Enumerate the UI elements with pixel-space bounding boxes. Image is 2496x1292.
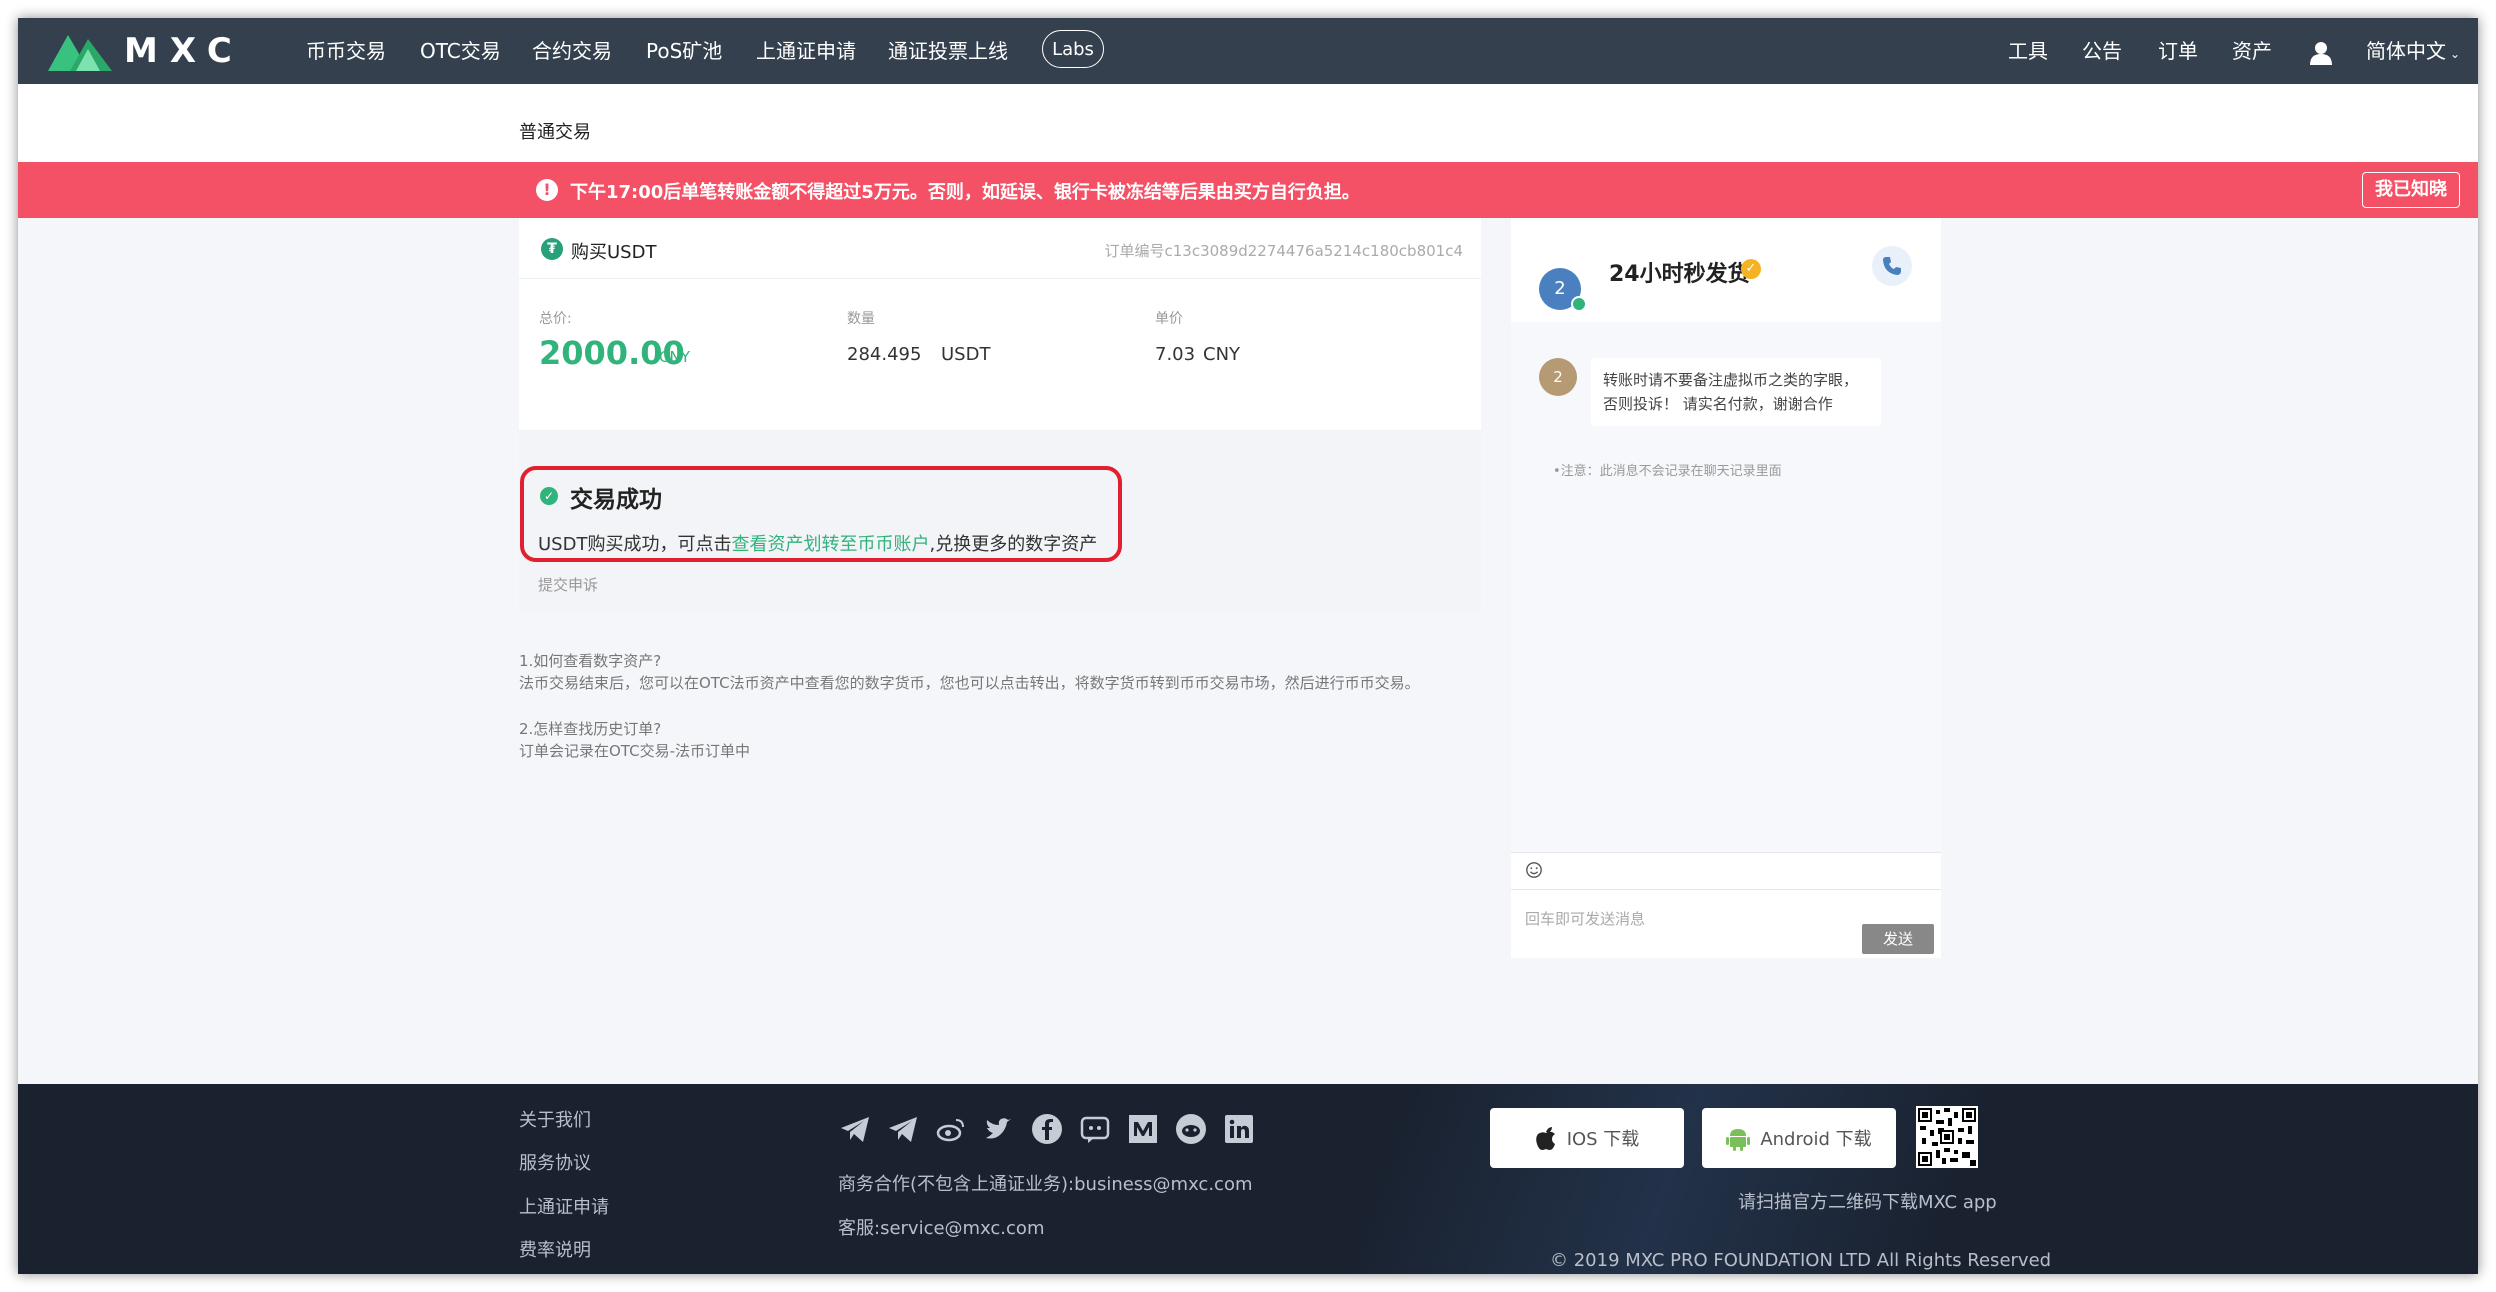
- mxc-logo[interactable]: MXC: [48, 30, 244, 72]
- business-email: 商务合作(不包含上通证业务):business@mxc.com: [838, 1174, 1253, 1195]
- price-unit: CNY: [1203, 344, 1241, 365]
- alert-text: 下午17:00后单笔转账金额不得超过5万元。否则，如延误、银行卡被冻结等后果由买…: [570, 182, 1360, 203]
- order-header: ₮ 购买USDT 订单编号c13c3089d2274476a5214c180cb…: [519, 218, 1481, 279]
- android-icon: [1726, 1129, 1751, 1151]
- chevron-down-icon: ⌄: [2450, 47, 2461, 61]
- android-download-label: Android 下载: [1760, 1129, 1872, 1150]
- chat-notice: •注意：此消息不会记录在聊天记录里面: [1553, 464, 1782, 479]
- faq-answer-1: 法币交易结束后，您可以在OTC法币资产中查看您的数字货币，您也可以点击转出，将数…: [519, 674, 1420, 692]
- success-desc-post: ,兑换更多的数字资产: [929, 534, 1098, 555]
- language-label: 简体中文: [2366, 39, 2446, 63]
- social-links: [838, 1112, 1256, 1146]
- order-title: 购买USDT: [571, 242, 657, 263]
- medium-icon[interactable]: [1126, 1112, 1160, 1146]
- success-description: USDT购买成功，可点击查看资产划转至币币账户,兑换更多的数字资产: [538, 530, 1097, 556]
- service-email: 客服:service@mxc.com: [838, 1218, 1045, 1239]
- chat-messages: 2 转账时请不要备注虚拟币之类的字眼，否则投诉！ 请实名付款，谢谢合作 •注意：…: [1511, 322, 1941, 852]
- facebook-icon[interactable]: [1030, 1112, 1064, 1146]
- nav-spot-trading[interactable]: 币币交易: [306, 18, 386, 84]
- footer-token-apply-link[interactable]: 上通证申请: [519, 1193, 609, 1219]
- nav-otc-trading[interactable]: OTC交易: [420, 18, 501, 84]
- success-title: 交易成功: [570, 487, 662, 513]
- emoji-icon[interactable]: [1525, 861, 1543, 879]
- weibo-icon[interactable]: [934, 1112, 968, 1146]
- price-value: 7.03: [1155, 344, 1196, 365]
- view-assets-link[interactable]: 查看资产划转至币币账户: [731, 534, 929, 555]
- telegram-group-icon[interactable]: [886, 1112, 920, 1146]
- usdt-icon: ₮: [541, 238, 563, 260]
- footer-terms-link[interactable]: 服务协议: [519, 1149, 591, 1175]
- ios-download-button[interactable]: IOS 下载: [1490, 1108, 1684, 1168]
- android-download-button[interactable]: Android 下载: [1702, 1108, 1896, 1168]
- quantity-unit: USDT: [941, 344, 991, 365]
- chat-message-input[interactable]: 回车即可发送消息: [1525, 908, 1645, 929]
- online-status-dot: [1571, 296, 1587, 312]
- send-button[interactable]: 发送: [1862, 924, 1934, 954]
- order-card: ₮ 购买USDT 订单编号c13c3089d2274476a5214c180cb…: [519, 218, 1481, 430]
- chat-header: 2 24小时秒发货 ✓: [1511, 218, 1941, 323]
- nav-labs[interactable]: Labs: [1042, 30, 1104, 68]
- message-avatar: 2: [1539, 358, 1577, 396]
- browser-frame: MXC 币币交易 OTC交易 合约交易 PoS矿池 上通证申请 通证投票上线 L…: [18, 18, 2478, 1274]
- nav-contract-trading[interactable]: 合约交易: [532, 18, 612, 84]
- quantity-label: 数量: [847, 311, 875, 327]
- submit-appeal-link[interactable]: 提交申诉: [538, 574, 598, 595]
- mxc-logo-icon: [48, 35, 112, 71]
- footer: 关于我们 服务协议 上通证申请 费率说明 商务合作(不包含上通证业务):busi…: [18, 1084, 2478, 1274]
- nav-orders[interactable]: 订单: [2158, 18, 2198, 84]
- language-selector[interactable]: 简体中文 ⌄: [2366, 18, 2460, 84]
- download-qr-code: [1916, 1106, 1978, 1168]
- faq-question-2: 2.怎样查找历史订单?: [519, 720, 662, 738]
- twitter-icon[interactable]: [982, 1112, 1016, 1146]
- nav-announcements[interactable]: 公告: [2082, 18, 2122, 84]
- quantity-value: 284.495: [847, 344, 922, 365]
- alert-banner: ! 下午17:00后单笔转账金额不得超过5万元。否则，如延误、银行卡被冻结等后果…: [18, 162, 2478, 218]
- total-label: 总价:: [539, 311, 572, 327]
- chat-message: 转账时请不要备注虚拟币之类的字眼，否则投诉！ 请实名付款，谢谢合作: [1591, 358, 1881, 426]
- chat-toolbar: [1511, 852, 1941, 890]
- top-nav: MXC 币币交易 OTC交易 合约交易 PoS矿池 上通证申请 通证投票上线 L…: [18, 18, 2478, 84]
- merchant-name: 24小时秒发货: [1609, 262, 1750, 287]
- reddit-icon[interactable]: [1174, 1112, 1208, 1146]
- total-currency: CNY: [659, 348, 690, 366]
- verified-badge-icon: ✓: [1741, 259, 1761, 279]
- order-id: 订单编号c13c3089d2274476a5214c180cb801c4: [1104, 242, 1463, 260]
- nav-pos-pool[interactable]: PoS矿池: [646, 18, 722, 84]
- page-title: 普通交易: [519, 122, 591, 143]
- success-desc-pre: USDT购买成功，可点击: [538, 534, 732, 555]
- nav-tools[interactable]: 工具: [2008, 18, 2048, 84]
- telegram-icon[interactable]: [838, 1112, 872, 1146]
- acknowledge-button[interactable]: 我已知晓: [2362, 172, 2460, 208]
- footer-about-link[interactable]: 关于我们: [519, 1106, 591, 1132]
- phone-icon[interactable]: [1872, 246, 1912, 286]
- qr-download-text: 请扫描官方二维码下载MXC app: [1738, 1192, 1997, 1213]
- linkedin-icon[interactable]: [1222, 1112, 1256, 1146]
- exclamation-icon: !: [536, 179, 558, 201]
- user-icon[interactable]: [2310, 18, 2332, 84]
- footer-fees-link[interactable]: 费率说明: [519, 1236, 591, 1262]
- discord-icon[interactable]: [1078, 1112, 1112, 1146]
- copyright: © 2019 MXC PRO FOUNDATION LTD All Rights…: [1550, 1250, 2052, 1271]
- faq-answer-2: 订单会记录在OTC交易-法币订单中: [519, 742, 750, 760]
- faq-question-1: 1.如何查看数字资产?: [519, 652, 662, 670]
- nav-token-apply[interactable]: 上通证申请: [756, 18, 856, 84]
- nav-token-vote[interactable]: 通证投票上线: [888, 18, 1008, 84]
- apple-icon: [1535, 1127, 1555, 1150]
- chat-panel: 2 24小时秒发货 ✓ 2 转账时请不要备注虚拟币之类的字眼，否则投诉！ 请实名…: [1511, 218, 1941, 958]
- nav-assets[interactable]: 资产: [2232, 18, 2272, 84]
- price-label: 单价: [1155, 311, 1183, 327]
- check-circle-icon: ✓: [540, 487, 558, 505]
- ios-download-label: IOS 下载: [1566, 1129, 1640, 1150]
- logo-text: MXC: [124, 31, 244, 71]
